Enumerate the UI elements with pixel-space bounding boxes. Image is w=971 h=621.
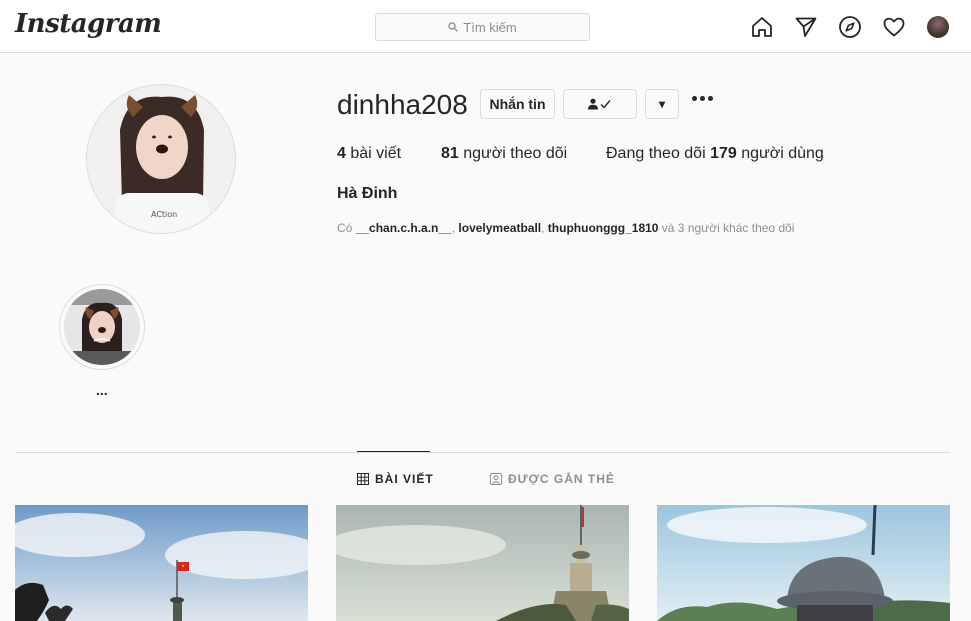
home-icon[interactable] (750, 15, 774, 39)
tagged-person-icon (490, 473, 502, 485)
avatar (927, 16, 949, 38)
tabs-divider (15, 452, 950, 453)
followers-stat[interactable]: 81 người theo dõi (441, 145, 567, 163)
following-count: 179 (710, 145, 737, 162)
tab-tagged-label: ĐƯỢC GẮN THẺ (508, 472, 615, 486)
posts-count-stat: 4 bài viết (337, 145, 401, 163)
search-icon (448, 22, 459, 32)
tab-posts[interactable]: BÀI VIẾT (357, 472, 434, 486)
profile-photo-image: ACtion (87, 85, 235, 233)
chevron-down-icon: ▾ (658, 97, 666, 111)
followed-by-suffix: và 3 người khác theo dõi (658, 221, 795, 235)
activity-heart-icon[interactable] (882, 15, 906, 39)
search-placeholder: Tìm kiếm (463, 19, 517, 35)
highlight-label: ... (96, 382, 108, 398)
separator: , (541, 221, 548, 235)
following-stat[interactable]: Đang theo dõi 179 người dùng (606, 145, 824, 163)
following-button[interactable] (563, 89, 637, 119)
followed-by-user-1[interactable]: __chan.c.h.a.n__ (356, 221, 452, 235)
tab-tagged[interactable]: ĐƯỢC GẮN THẺ (490, 472, 615, 486)
svg-text:ACtion: ACtion (151, 210, 177, 219)
dot (700, 96, 705, 101)
posts-label: bài viết (345, 145, 402, 162)
following-prefix: Đang theo dõi (606, 145, 711, 162)
profile-username: dinhha208 (337, 89, 468, 120)
dot (708, 96, 713, 101)
post-thumbnail-1[interactable] (15, 505, 308, 621)
followed-by-user-2[interactable]: lovelymeatball (458, 221, 541, 235)
message-button[interactable]: Nhắn tin (480, 89, 555, 119)
instagram-logo[interactable]: Instagram (15, 9, 162, 39)
followers-label: người theo dõi (458, 145, 568, 162)
top-navbar: Instagram Tìm kiếm (0, 0, 971, 53)
direct-icon[interactable] (794, 15, 818, 39)
grid-icon (357, 473, 369, 485)
post-thumbnail-3[interactable] (657, 505, 950, 621)
story-highlight[interactable] (59, 284, 145, 370)
nav-icons (750, 15, 950, 39)
highlight-cover (64, 289, 140, 365)
followed-by-user-3[interactable]: thuphuonggg_1810 (548, 221, 659, 235)
search-input[interactable]: Tìm kiếm (375, 13, 590, 41)
more-options-icon[interactable] (692, 96, 713, 101)
followed-by-prefix: Có (337, 221, 356, 235)
highlight-cover-image (64, 289, 140, 365)
profile-picture[interactable]: ACtion (86, 84, 236, 234)
suggested-dropdown-button[interactable]: ▾ (645, 89, 679, 119)
post-image-3 (657, 505, 950, 621)
followers-count: 81 (441, 145, 459, 162)
post-image-2 (336, 505, 629, 621)
explore-icon[interactable] (838, 15, 862, 39)
tab-posts-label: BÀI VIẾT (375, 472, 434, 486)
active-tab-indicator (357, 451, 430, 452)
profile-full-name: Hà Đinh (337, 185, 398, 202)
posts-count: 4 (337, 145, 346, 162)
dot (692, 96, 697, 101)
profile-avatar-button[interactable] (926, 15, 950, 39)
followed-by-text[interactable]: Có __chan.c.h.a.n__, lovelymeatball, thu… (337, 221, 794, 235)
post-thumbnail-2[interactable] (336, 505, 629, 621)
following-person-check-icon (588, 98, 611, 110)
post-image-1 (15, 505, 308, 621)
following-label: người dùng (736, 145, 824, 162)
